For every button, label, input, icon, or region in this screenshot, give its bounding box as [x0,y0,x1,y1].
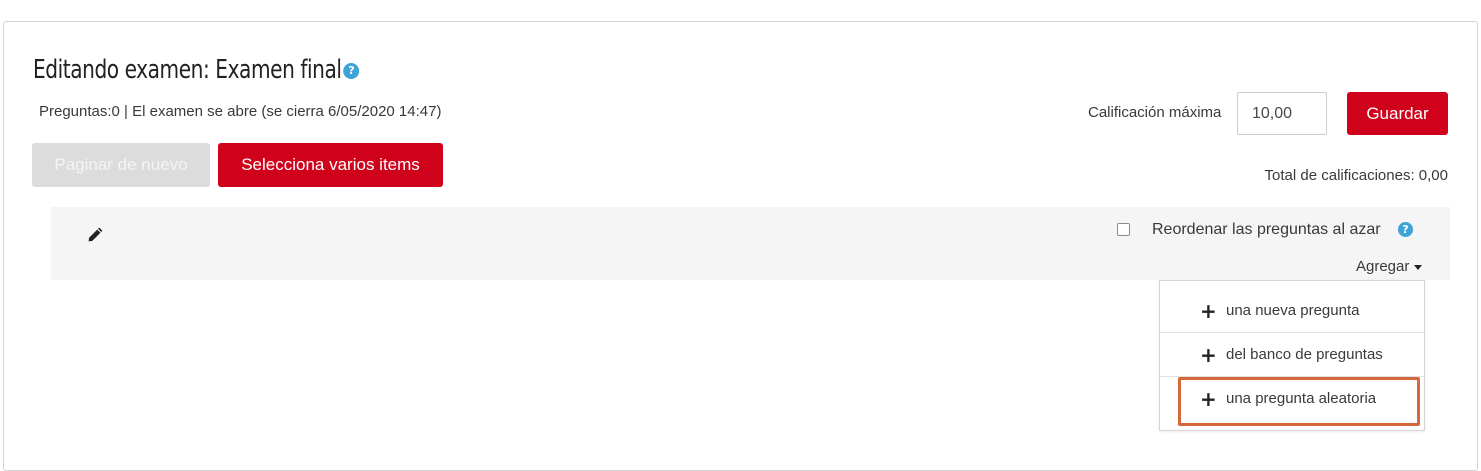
shuffle-questions-label: Reordenar las preguntas al azar [1152,221,1381,238]
page-title: Editando examen: Examen final? [33,55,359,85]
section-header [51,207,1450,280]
menu-item-from-question-bank[interactable]: + del banco de preguntas [1160,333,1424,377]
plus-icon: + [1200,299,1217,323]
menu-item-label: una nueva pregunta [1226,302,1360,319]
plus-icon: + [1200,343,1217,367]
save-button[interactable]: Guardar [1347,92,1448,135]
max-grade-input[interactable] [1237,92,1327,135]
add-dropdown-label: Agregar [1356,258,1410,275]
menu-item-random-question[interactable]: + una pregunta aleatoria [1160,377,1424,421]
menu-item-label: del banco de preguntas [1226,346,1383,363]
question-circle-icon[interactable]: ? [343,62,359,79]
caret-down-icon [1414,264,1423,270]
plus-icon: + [1200,387,1217,411]
add-dropdown-toggle[interactable]: Agregar [1356,258,1423,275]
total-grades-text: Total de calificaciones: 0,00 [1264,167,1448,184]
menu-item-label: una pregunta aleatoria [1226,390,1377,407]
select-multiple-button[interactable]: Selecciona varios items [218,143,443,187]
pencil-icon[interactable] [87,226,104,243]
max-grade-label: Calificación máxima [1088,104,1222,121]
menu-item-new-question[interactable]: + una nueva pregunta [1160,289,1424,333]
add-dropdown-menu: + una nueva pregunta + del banco de preg… [1159,280,1425,431]
page-title-text: Editando examen: Examen final [33,55,342,85]
shuffle-questions-checkbox[interactable] [1117,223,1130,236]
quiz-status-text: Preguntas:0 | El examen se abre (se cier… [39,103,442,120]
question-circle-icon[interactable]: ? [1398,222,1413,237]
repaginate-button: Paginar de nuevo [32,143,210,187]
